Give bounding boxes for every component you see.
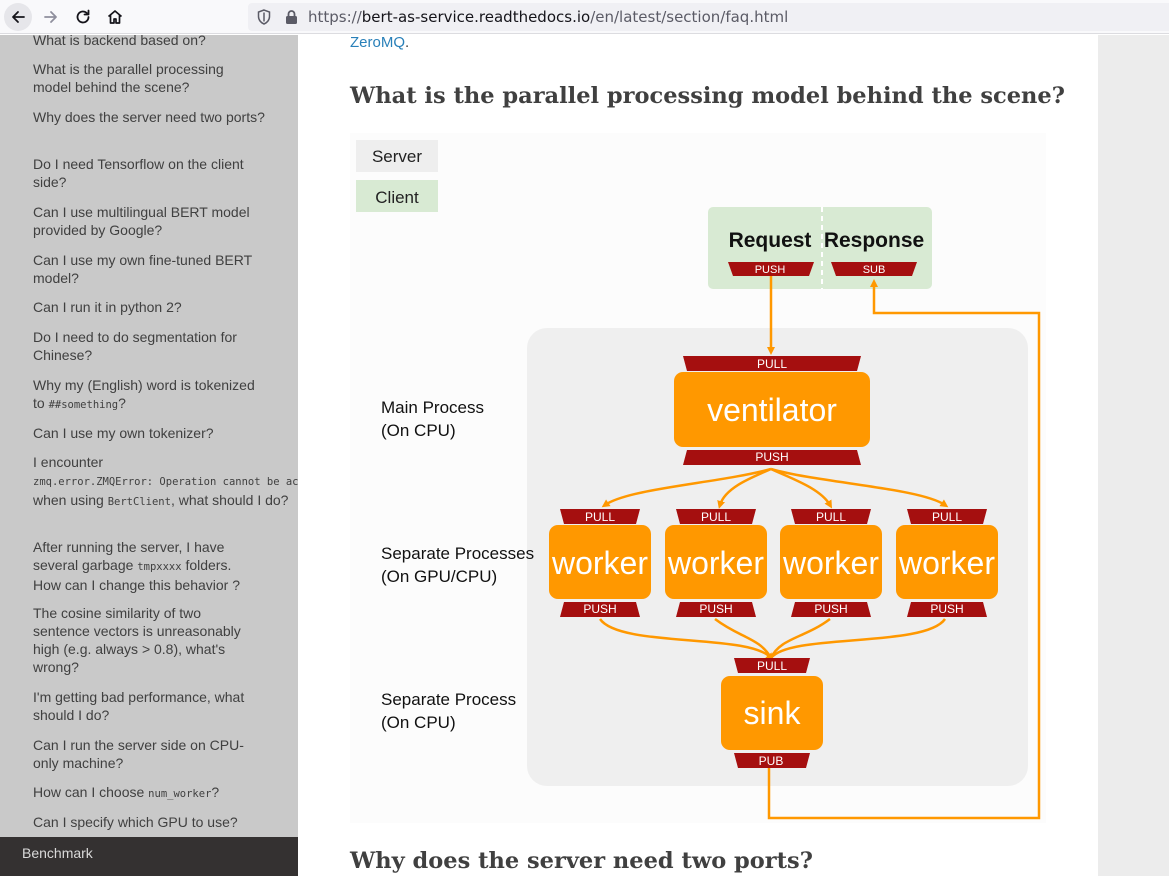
home-button[interactable] bbox=[101, 3, 129, 31]
legend-server: Server bbox=[372, 147, 422, 166]
nav-item-parallel-model[interactable]: What is the parallel processing model be… bbox=[33, 60, 265, 96]
nav-item-multilingual[interactable]: Can I use multilingual BERT model provid… bbox=[33, 203, 265, 239]
nav-code: tmpxxxx bbox=[137, 561, 182, 573]
nav-code: ##something bbox=[48, 399, 119, 411]
nav-item-segmentation[interactable]: Do I need to do segmentation for Chinese… bbox=[33, 328, 265, 364]
worker-2-label: worker bbox=[667, 545, 764, 581]
arrow-left-icon bbox=[12, 11, 25, 23]
nav-code: num_worker bbox=[148, 788, 212, 800]
label-main-process: Main Process bbox=[381, 398, 484, 417]
home-icon bbox=[107, 10, 123, 24]
nav-text: ? bbox=[118, 395, 126, 411]
url-host: bert-as-service.readthedocs.io bbox=[361, 8, 591, 26]
worker-1-pull-label: PULL bbox=[585, 510, 615, 524]
request-label: Request bbox=[729, 229, 812, 252]
lock-icon[interactable] bbox=[285, 9, 298, 25]
worker-4-push-label: PUSH bbox=[930, 602, 963, 616]
worker-3-push-label: PUSH bbox=[814, 602, 847, 616]
nav-text: I encounter bbox=[33, 454, 104, 470]
sidebar-nav: What is backend based on? What is the pa… bbox=[0, 35, 298, 876]
worker-3-label: worker bbox=[782, 545, 879, 581]
sink-label: sink bbox=[744, 695, 802, 731]
arrow-right-icon bbox=[44, 11, 57, 23]
nav-item-tensorflow-client[interactable]: Do I need Tensorflow on the client side? bbox=[33, 155, 265, 191]
zeromq-link[interactable]: ZeroMQ bbox=[350, 35, 405, 51]
back-button[interactable] bbox=[4, 3, 32, 31]
ventilator-label: ventilator bbox=[707, 392, 837, 428]
nav-item-bad-performance[interactable]: I'm getting bad performance, what should… bbox=[33, 688, 265, 724]
nav-item-tokenized[interactable]: Why my (English) word is tokenized to ##… bbox=[33, 376, 265, 414]
heading-two-ports: Why does the server need two ports? bbox=[350, 848, 813, 874]
nav-item-gpu[interactable]: Can I specify which GPU to use? bbox=[33, 813, 265, 831]
shield-icon[interactable] bbox=[257, 9, 271, 25]
nav-item-backend[interactable]: What is backend based on? bbox=[33, 35, 265, 49]
nav-item-fine-tuned[interactable]: Can I use my own fine-tuned BERT model? bbox=[33, 251, 265, 287]
reload-button[interactable] bbox=[69, 3, 97, 31]
sink-pub-label: PUB bbox=[759, 754, 784, 768]
label-separate-processes: Separate Processes bbox=[381, 544, 534, 563]
url-scheme: https:// bbox=[308, 8, 362, 26]
main-content: ZeroMQ. What is the parallel processing … bbox=[298, 35, 1098, 876]
url-path: /en/latest/section/faq.html bbox=[590, 8, 789, 26]
ventilator-push-label: PUSH bbox=[755, 450, 788, 464]
nav-text: ? bbox=[211, 784, 220, 800]
nav-item-cpu-only[interactable]: Can I run the server side on CPU-only ma… bbox=[33, 736, 253, 772]
forward-button[interactable] bbox=[37, 3, 65, 31]
nav-item-cosine[interactable]: The cosine similarity of two sentence ve… bbox=[33, 604, 248, 676]
worker-1-label: worker bbox=[551, 545, 648, 581]
architecture-diagram: Server Client Request Response PUSH SUB … bbox=[350, 133, 1046, 823]
browser-toolbar: https://bert-as-service.readthedocs.io/e… bbox=[0, 0, 1169, 34]
legend-client: Client bbox=[375, 188, 419, 207]
worker-4-pull-label: PULL bbox=[932, 510, 962, 524]
label-gpu-cpu: (On GPU/CPU) bbox=[381, 567, 497, 586]
nav-section-benchmark[interactable]: Benchmark bbox=[0, 837, 298, 876]
response-label: Response bbox=[824, 229, 924, 252]
ventilator-pull-label: PULL bbox=[757, 357, 787, 371]
nav-item-zmq-error[interactable]: I encounter zmq.error.ZMQError: Operatio… bbox=[33, 453, 298, 511]
nav-text: when using bbox=[33, 492, 108, 508]
response-socket-label: SUB bbox=[863, 264, 886, 276]
worker-2-push-label: PUSH bbox=[699, 602, 732, 616]
nav-text: How can I choose bbox=[33, 784, 149, 800]
nav-code: BertClient bbox=[107, 496, 171, 508]
nav-item-tokenizer[interactable]: Can I use my own tokenizer? bbox=[33, 424, 265, 442]
url-bar[interactable]: https://bert-as-service.readthedocs.io/e… bbox=[248, 3, 1169, 31]
label-sink-cpu: (On CPU) bbox=[381, 713, 456, 732]
nav-item-two-ports[interactable]: Why does the server need two ports? bbox=[33, 108, 265, 126]
worker-2-pull-label: PULL bbox=[701, 510, 731, 524]
worker-3-pull-label: PULL bbox=[816, 510, 846, 524]
label-main-cpu: (On CPU) bbox=[381, 421, 456, 440]
url-text[interactable]: https://bert-as-service.readthedocs.io/e… bbox=[308, 8, 788, 26]
request-socket-label: PUSH bbox=[755, 264, 786, 276]
nav-item-python2[interactable]: Can I run it in python 2? bbox=[33, 298, 265, 316]
nav-item-num-worker[interactable]: How can I choose num_worker? bbox=[33, 783, 265, 803]
heading-parallel-model: What is the parallel processing model be… bbox=[350, 83, 1065, 109]
nav-item-tmp-folders[interactable]: After running the server, I have several… bbox=[33, 538, 248, 594]
worker-4-label: worker bbox=[898, 545, 995, 581]
worker-1-push-label: PUSH bbox=[583, 602, 616, 616]
reload-icon bbox=[76, 9, 90, 24]
sink-pull-label: PULL bbox=[757, 659, 787, 673]
label-separate-process: Separate Process bbox=[381, 690, 516, 709]
zeromq-period: . bbox=[405, 35, 410, 51]
nav-text: , what should I do? bbox=[170, 492, 289, 508]
nav-code: zmq.error.ZMQError: Operation cannot be … bbox=[33, 476, 298, 488]
